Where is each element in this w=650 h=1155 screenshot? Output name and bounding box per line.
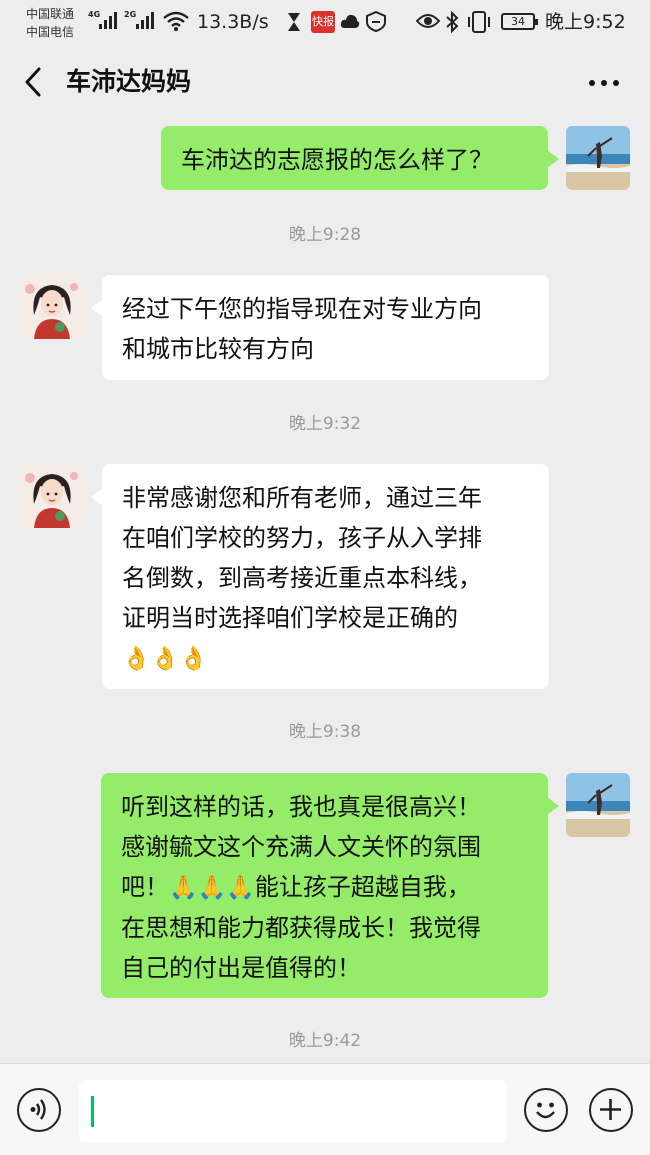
more-dots-icon[interactable] bbox=[584, 70, 624, 96]
vibrate-icon bbox=[468, 11, 490, 33]
chat-title: 车沛达妈妈 bbox=[66, 67, 192, 96]
message-line: 听到这样的话，我也真是很高兴！ bbox=[121, 793, 481, 821]
message-text: 吧！ bbox=[121, 873, 169, 901]
message-line: 和城市比较有方向 bbox=[122, 335, 314, 363]
emoji-icon[interactable] bbox=[524, 1088, 568, 1132]
carrier-2: 中国电信 bbox=[26, 25, 75, 39]
eye-icon bbox=[416, 14, 440, 28]
message-input[interactable] bbox=[79, 1080, 507, 1142]
message-line: 经过下午您的指导现在对专业方向 bbox=[122, 295, 482, 323]
message-list[interactable]: 车沛达的志愿报的怎么样了？ 晚上9:28 经过下午您的指导现在对专业方向 和城市… bbox=[0, 118, 650, 1063]
timestamp: 晚上9:42 bbox=[288, 1031, 362, 1051]
wifi-icon bbox=[163, 11, 189, 31]
network-type-2: 2G bbox=[124, 10, 137, 19]
network-speed: 13.3B/s bbox=[197, 11, 269, 33]
cartoon-woman-avatar bbox=[20, 275, 84, 339]
message-line-with-emoji: 吧！🙏🙏🙏能让孩子超越自我， bbox=[121, 867, 528, 908]
timestamp: 晚上9:32 bbox=[288, 414, 362, 434]
plus-icon[interactable] bbox=[589, 1088, 633, 1132]
back-arrow-icon[interactable] bbox=[20, 66, 50, 98]
news-badge: 快报 bbox=[311, 11, 335, 33]
message-bubble-contact[interactable]: 经过下午您的指导现在对专业方向 和城市比较有方向 bbox=[91, 275, 549, 380]
contact-avatar[interactable] bbox=[20, 464, 84, 528]
beach-photo-avatar bbox=[566, 773, 630, 837]
message-line: 在思想和能力都获得成长！我觉得 bbox=[121, 914, 481, 942]
message-bubble-self[interactable]: 听到这样的话，我也真是很高兴！ 感谢毓文这个充满人文关怀的氛围 吧！🙏🙏🙏能让孩… bbox=[101, 773, 559, 998]
input-bar bbox=[0, 1063, 650, 1155]
message-line: 名倒数，到高考接近重点本科线， bbox=[122, 564, 482, 592]
message-line: 证明当时选择咱们学校是正确的 bbox=[122, 604, 458, 632]
message-text: 车沛达的志愿报的怎么样了？ bbox=[181, 146, 493, 174]
timestamp: 晚上9:28 bbox=[288, 225, 362, 245]
message-line: 在咱们学校的努力，孩子从入学排 bbox=[122, 524, 482, 552]
battery-icon: 34 bbox=[501, 13, 538, 30]
message-bubble-self[interactable]: 车沛达的志愿报的怎么样了？ bbox=[161, 126, 559, 190]
chat-header: 车沛达妈妈 bbox=[0, 46, 650, 118]
contact-avatar[interactable] bbox=[20, 275, 84, 339]
praying-hands-emoji: 🙏🙏🙏 bbox=[169, 875, 255, 901]
cartoon-woman-avatar bbox=[20, 464, 84, 528]
signal-icon-2 bbox=[136, 11, 154, 29]
voice-icon[interactable] bbox=[17, 1088, 61, 1132]
carrier-1: 中国联通 bbox=[26, 7, 75, 21]
message-line: 非常感谢您和所有老师，通过三年 bbox=[122, 484, 482, 512]
ok-hand-emoji: 👌👌👌 bbox=[122, 646, 208, 672]
bluetooth-icon bbox=[446, 11, 459, 33]
clock: 晚上9:52 bbox=[545, 11, 626, 33]
cloud-icon bbox=[340, 14, 360, 28]
carrier-info: 中国联通 中国电信 bbox=[26, 5, 74, 41]
message-line: 自己的付出是值得的！ bbox=[121, 954, 361, 982]
text-caret bbox=[91, 1096, 94, 1127]
message-text: 能让孩子超越自我， bbox=[254, 873, 471, 901]
message-line: 感谢毓文这个充满人文关怀的氛围 bbox=[121, 833, 481, 861]
timestamp: 晚上9:38 bbox=[288, 722, 362, 742]
self-avatar[interactable] bbox=[566, 126, 630, 190]
status-bar: 中国联通 中国电信 4G 2G 13.3B/s 快报 34 晚上9:52 bbox=[0, 0, 650, 46]
beach-photo-avatar bbox=[566, 126, 630, 190]
self-avatar[interactable] bbox=[566, 773, 630, 837]
message-bubble-contact[interactable]: 非常感谢您和所有老师，通过三年 在咱们学校的努力，孩子从入学排 名倒数，到高考接… bbox=[91, 464, 549, 689]
shield-icon bbox=[366, 11, 386, 32]
signal-icon bbox=[99, 11, 117, 29]
hourglass-icon bbox=[288, 13, 300, 31]
